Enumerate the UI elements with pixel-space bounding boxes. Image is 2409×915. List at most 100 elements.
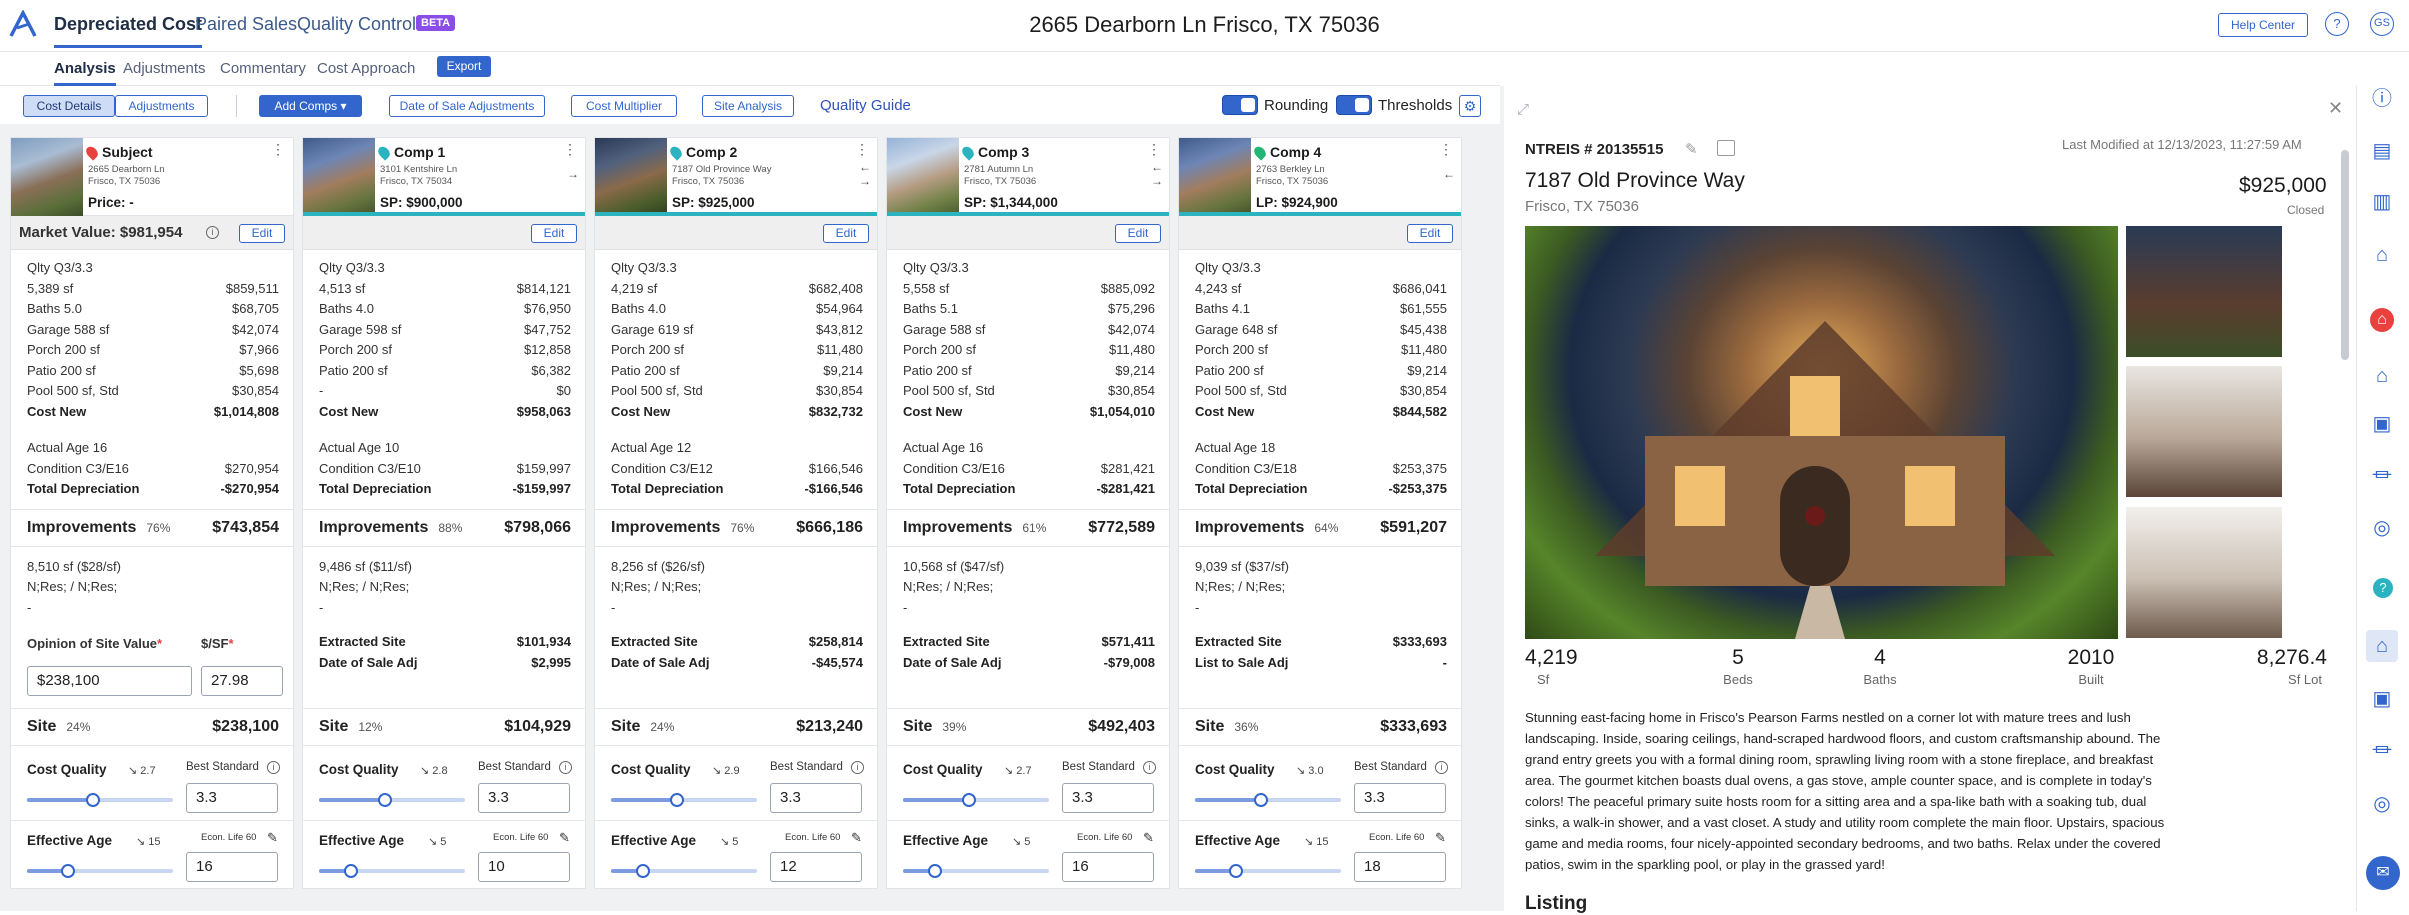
best-standard-input[interactable]: 3.3 (1062, 783, 1154, 813)
move-arrows-icon[interactable]: ← (1443, 167, 1455, 181)
more-menu-icon[interactable]: ⋮ (855, 142, 869, 156)
move-arrows-icon[interactable]: ← → (1151, 160, 1163, 188)
info-icon[interactable]: i (1435, 761, 1448, 774)
help-circle-icon[interactable]: ? (2325, 12, 2349, 36)
edit-button[interactable]: Edit (531, 224, 577, 243)
main-property-photo[interactable] (1525, 226, 2118, 639)
dollar-coins-icon[interactable]: ◎ (2366, 788, 2398, 820)
rounding-toggle[interactable] (1222, 95, 1258, 115)
app-logo-icon[interactable] (8, 10, 38, 38)
thumbnail-photo-1[interactable] (2126, 226, 2282, 357)
home-icon[interactable]: ⌂ (2370, 308, 2394, 332)
site-value-input[interactable]: $238,100 (27, 666, 192, 696)
move-arrows-icon[interactable]: → (567, 167, 579, 181)
info-icon[interactable]: i (1143, 761, 1156, 774)
coins-icon[interactable]: ◎ (2366, 512, 2398, 544)
photo-icon[interactable] (1717, 140, 1735, 156)
subtab-adjustments[interactable]: Adjustments (123, 60, 206, 77)
best-standard-input[interactable]: 3.3 (770, 783, 862, 813)
subtab-cost-approach[interactable]: Cost Approach (317, 60, 415, 77)
property-photo[interactable] (303, 138, 375, 216)
slider-handle[interactable] (1254, 793, 1268, 807)
site-analysis-button[interactable]: Site Analysis (702, 95, 794, 117)
edit-button[interactable]: Edit (1115, 224, 1161, 243)
slider-handle[interactable] (962, 793, 976, 807)
user-avatar[interactable]: GS (2370, 12, 2394, 36)
cost-multiplier-button[interactable]: Cost Multiplier (571, 95, 677, 117)
more-menu-icon[interactable]: ⋮ (1439, 142, 1453, 156)
slider-handle[interactable] (636, 864, 650, 878)
effective-age-input[interactable]: 10 (478, 852, 570, 882)
map-icon[interactable]: ▤ (2366, 135, 2398, 167)
more-menu-icon[interactable]: ⋮ (271, 142, 285, 156)
edit-pencil-icon[interactable]: ✎ (1435, 830, 1446, 846)
edit-button[interactable]: Edit (239, 224, 285, 243)
gallery-icon[interactable]: ▣ (2366, 683, 2398, 715)
chart-icon[interactable]: ▥ (2366, 186, 2398, 218)
tab-quality-control[interactable]: Quality Control (297, 14, 416, 35)
best-standard-input[interactable]: 3.3 (186, 783, 278, 813)
more-menu-icon[interactable]: ⋮ (1147, 142, 1161, 156)
gear-icon[interactable]: ⚙ (1459, 95, 1481, 117)
help-icon[interactable]: ? (2373, 578, 2393, 598)
edit-pencil-icon[interactable]: ✎ (851, 830, 862, 846)
divider (11, 820, 293, 821)
effective-age-input[interactable]: 12 (770, 852, 862, 882)
slider-handle[interactable] (378, 793, 392, 807)
slider-handle[interactable] (670, 793, 684, 807)
expand-icon[interactable]: ⤢ (1517, 101, 1529, 118)
thresholds-toggle[interactable] (1336, 95, 1372, 115)
adjustments-toggle[interactable]: Adjustments (115, 95, 208, 117)
chat-icon[interactable]: ✉ (2366, 856, 2400, 890)
edit-button[interactable]: Edit (1407, 224, 1453, 243)
tab-depreciated-cost[interactable]: Depreciated Cost (54, 14, 203, 48)
export-button[interactable]: Export (437, 56, 491, 77)
edit-pencil-icon[interactable]: ✎ (267, 830, 278, 846)
best-standard-input[interactable]: 3.3 (1354, 783, 1446, 813)
property-photo[interactable] (11, 138, 83, 216)
info-icon[interactable]: i (851, 761, 864, 774)
info-icon[interactable]: i (206, 226, 219, 239)
slider-handle[interactable] (928, 864, 942, 878)
info-icon[interactable]: i (267, 761, 280, 774)
move-arrows-icon[interactable]: ← → (859, 160, 871, 188)
image-icon[interactable]: ▣ (2366, 408, 2398, 440)
edit-pencil-icon[interactable]: ✎ (559, 830, 570, 846)
bank-icon[interactable]: ⏛ (2366, 460, 2398, 492)
house-check-icon[interactable]: ⌂ (2366, 630, 2398, 662)
effective-age-input[interactable]: 18 (1354, 852, 1446, 882)
home-value-icon[interactable]: ⌂ (2366, 360, 2398, 392)
more-menu-icon[interactable]: ⋮ (563, 142, 577, 156)
subtab-analysis[interactable]: Analysis (54, 60, 116, 86)
slider-handle[interactable] (61, 864, 75, 878)
info-icon[interactable]: i (559, 761, 572, 774)
slider-handle[interactable] (86, 793, 100, 807)
effective-age-input[interactable]: 16 (186, 852, 278, 882)
close-icon[interactable]: ✕ (2328, 98, 2343, 119)
edit-pencil-icon[interactable]: ✎ (1685, 140, 1698, 158)
add-comps-button[interactable]: Add Comps ▾ (259, 95, 362, 117)
property-photo[interactable] (595, 138, 667, 216)
detail-scrollbar[interactable] (2341, 150, 2349, 360)
best-standard-input[interactable]: 3.3 (478, 783, 570, 813)
tab-paired-sales[interactable]: Paired Sales (195, 14, 297, 35)
slider-handle[interactable] (1229, 864, 1243, 878)
thumbnail-photo-3[interactable] (2126, 507, 2282, 638)
help-center-button[interactable]: Help Center (2218, 13, 2308, 37)
house-alert-icon[interactable]: ⌂ (2366, 239, 2398, 271)
price-per-sf-input[interactable]: 27.98 (201, 666, 283, 696)
subtab-commentary[interactable]: Commentary (220, 60, 306, 77)
info-icon[interactable]: ⓘ (2366, 83, 2398, 115)
cost-details-toggle[interactable]: Cost Details (23, 95, 115, 117)
slider-handle[interactable] (344, 864, 358, 878)
property-photo[interactable] (887, 138, 959, 216)
effective-age-input[interactable]: 16 (1062, 852, 1154, 882)
row-label: Date of Sale Adj (611, 654, 710, 670)
edit-pencil-icon[interactable]: ✎ (1143, 830, 1154, 846)
date-of-sale-adjustments-button[interactable]: Date of Sale Adjustments (389, 95, 545, 117)
property-photo[interactable] (1179, 138, 1251, 216)
thumbnail-photo-2[interactable] (2126, 366, 2282, 497)
edit-button[interactable]: Edit (823, 224, 869, 243)
quality-guide-link[interactable]: Quality Guide (820, 97, 911, 114)
museum-icon[interactable]: ⏛ (2366, 735, 2398, 767)
